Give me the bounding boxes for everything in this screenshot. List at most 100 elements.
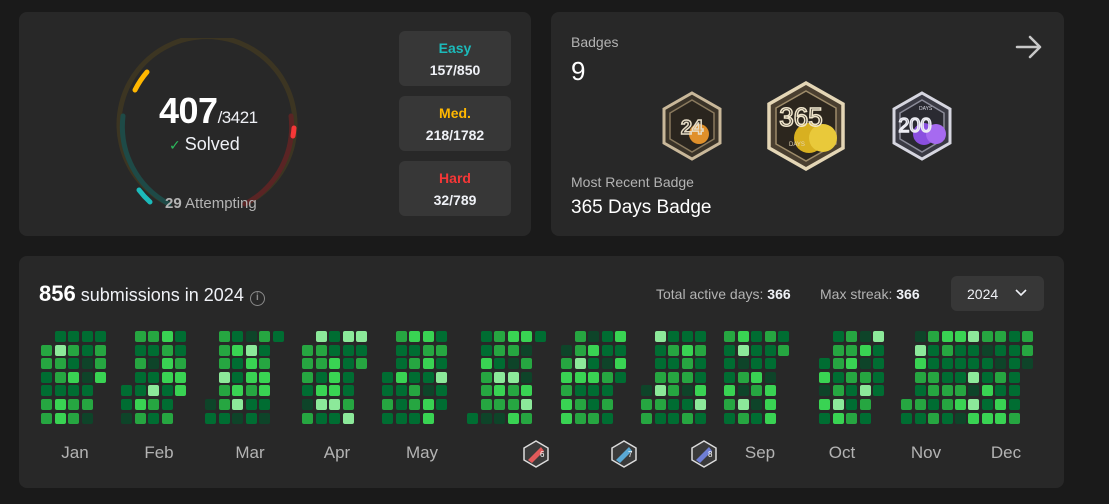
- heatmap-day-cell[interactable]: [480, 331, 492, 342]
- heatmap-day-cell[interactable]: [342, 331, 354, 342]
- heatmap-day-cell[interactable]: [601, 344, 613, 356]
- heatmap-day-cell[interactable]: [81, 412, 93, 424]
- heatmap-day-cell[interactable]: [507, 331, 519, 342]
- heatmap-day-cell[interactable]: [54, 412, 66, 424]
- heatmap-day-cell[interactable]: [315, 399, 327, 410]
- heatmap-day-cell[interactable]: [941, 371, 953, 383]
- heatmap-day-cell[interactable]: [1008, 385, 1020, 397]
- heatmap-day-cell[interactable]: [175, 385, 187, 397]
- heatmap-day-cell[interactable]: [928, 385, 940, 397]
- heatmap-day-cell[interactable]: [302, 385, 313, 397]
- heatmap-day-cell[interactable]: [232, 399, 244, 410]
- heatmap-day-cell[interactable]: [422, 412, 434, 424]
- heatmap-day-cell[interactable]: [995, 371, 1007, 383]
- heatmap-day-cell[interactable]: [175, 358, 187, 370]
- heatmap-day-cell[interactable]: [148, 331, 160, 342]
- heatmap-day-cell[interactable]: [409, 412, 421, 424]
- hard-stat[interactable]: Hard 32/789: [399, 161, 511, 216]
- heatmap-day-cell[interactable]: [329, 412, 341, 424]
- heatmap-day-cell[interactable]: [342, 358, 354, 370]
- 365-days-badge-icon[interactable]: 365 DAYS: [763, 80, 849, 172]
- heatmap-day-cell[interactable]: [329, 399, 341, 410]
- heatmap-day-cell[interactable]: [751, 371, 763, 383]
- heatmap-day-cell[interactable]: [968, 331, 979, 342]
- heatmap-day-cell[interactable]: [873, 358, 885, 370]
- heatmap-day-cell[interactable]: [654, 399, 666, 410]
- heatmap-day-cell[interactable]: [928, 331, 940, 342]
- heatmap-day-cell[interactable]: [121, 412, 132, 424]
- heatmap-day-cell[interactable]: [175, 371, 187, 383]
- heatmap-day-cell[interactable]: [521, 399, 533, 410]
- heatmap-day-cell[interactable]: [161, 371, 173, 383]
- heatmap-day-cell[interactable]: [681, 358, 693, 370]
- heatmap-day-cell[interactable]: [588, 412, 600, 424]
- heatmap-day-cell[interactable]: [232, 358, 244, 370]
- heatmap-day-cell[interactable]: [302, 344, 313, 356]
- heatmap-day-cell[interactable]: [615, 371, 627, 383]
- heatmap-day-cell[interactable]: [422, 358, 434, 370]
- heatmap-day-cell[interactable]: [329, 331, 341, 342]
- heatmap-day-cell[interactable]: [494, 412, 506, 424]
- heatmap-day-cell[interactable]: [134, 344, 146, 356]
- heatmap-day-cell[interactable]: [68, 358, 80, 370]
- heatmap-day-cell[interactable]: [928, 399, 940, 410]
- heatmap-day-cell[interactable]: [832, 412, 844, 424]
- heatmap-day-cell[interactable]: [588, 371, 600, 383]
- heatmap-day-cell[interactable]: [535, 331, 546, 342]
- heatmap-day-cell[interactable]: [41, 412, 52, 424]
- heatmap-day-cell[interactable]: [68, 331, 80, 342]
- heatmap-day-cell[interactable]: [494, 331, 506, 342]
- heatmap-day-cell[interactable]: [342, 385, 354, 397]
- heatmap-day-cell[interactable]: [54, 399, 66, 410]
- heatmap-day-cell[interactable]: [81, 358, 93, 370]
- heatmap-day-cell[interactable]: [95, 344, 107, 356]
- heatmap-day-cell[interactable]: [356, 344, 368, 356]
- heatmap-day-cell[interactable]: [588, 331, 600, 342]
- heatmap-day-cell[interactable]: [764, 358, 776, 370]
- heatmap-day-cell[interactable]: [681, 331, 693, 342]
- heatmap-day-cell[interactable]: [873, 371, 885, 383]
- heatmap-day-cell[interactable]: [901, 399, 912, 410]
- heatmap-day-cell[interactable]: [601, 331, 613, 342]
- heatmap-day-cell[interactable]: [436, 399, 448, 410]
- heatmap-day-cell[interactable]: [941, 385, 953, 397]
- heatmap-day-cell[interactable]: [382, 399, 393, 410]
- heatmap-day-cell[interactable]: [1022, 344, 1034, 356]
- heatmap-day-cell[interactable]: [588, 399, 600, 410]
- heatmap-day-cell[interactable]: [1022, 331, 1034, 342]
- heatmap-day-cell[interactable]: [941, 412, 953, 424]
- heatmap-day-cell[interactable]: [574, 412, 586, 424]
- heatmap-day-cell[interactable]: [422, 331, 434, 342]
- heatmap-day-cell[interactable]: [574, 385, 586, 397]
- heatmap-day-cell[interactable]: [395, 385, 407, 397]
- heatmap-day-cell[interactable]: [480, 371, 492, 383]
- heatmap-day-cell[interactable]: [873, 331, 885, 342]
- heatmap-day-cell[interactable]: [218, 344, 230, 356]
- heatmap-day-cell[interactable]: [941, 344, 953, 356]
- heatmap-day-cell[interactable]: [981, 344, 993, 356]
- heatmap-day-cell[interactable]: [654, 371, 666, 383]
- heatmap-day-cell[interactable]: [41, 371, 52, 383]
- heatmap-day-cell[interactable]: [273, 331, 284, 342]
- heatmap-day-cell[interactable]: [134, 371, 146, 383]
- heatmap-day-cell[interactable]: [507, 371, 519, 383]
- heatmap-day-cell[interactable]: [41, 399, 52, 410]
- heatmap-day-cell[interactable]: [832, 344, 844, 356]
- heatmap-day-cell[interactable]: [148, 412, 160, 424]
- heatmap-day-cell[interactable]: [955, 331, 967, 342]
- heatmap-day-cell[interactable]: [232, 412, 244, 424]
- heatmap-day-cell[interactable]: [521, 331, 533, 342]
- heatmap-day-cell[interactable]: [588, 385, 600, 397]
- heatmap-day-cell[interactable]: [668, 331, 680, 342]
- heatmap-day-cell[interactable]: [54, 385, 66, 397]
- heatmap-day-cell[interactable]: [737, 331, 749, 342]
- heatmap-day-cell[interactable]: [409, 385, 421, 397]
- heatmap-day-cell[interactable]: [54, 371, 66, 383]
- heatmap-day-cell[interactable]: [422, 399, 434, 410]
- heatmap-day-cell[interactable]: [681, 399, 693, 410]
- heatmap-day-cell[interactable]: [259, 399, 271, 410]
- heatmap-day-cell[interactable]: [859, 399, 871, 410]
- heatmap-day-cell[interactable]: [54, 331, 66, 342]
- month-badge-icon[interactable]: 6: [523, 440, 549, 468]
- heatmap-day-cell[interactable]: [615, 331, 627, 342]
